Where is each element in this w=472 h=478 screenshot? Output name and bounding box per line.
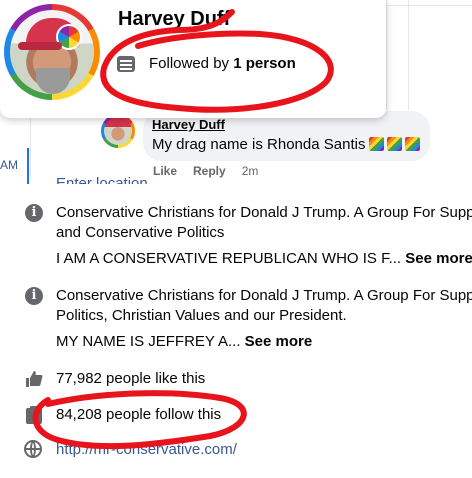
comment-text: My drag name is Rhonda Santis — [152, 136, 421, 153]
profile-hover-card: Harvey Duff Followed by 1 person — [0, 0, 386, 118]
comment-timestamp[interactable]: 2m — [242, 164, 259, 178]
rainbow-icon — [387, 137, 403, 151]
profile-name[interactable]: Harvey Duff — [118, 8, 230, 31]
divider — [386, 5, 472, 6]
see-more-link[interactable]: See more — [405, 250, 472, 267]
about-line: and Conservative Politics — [56, 224, 225, 241]
about-description: MY NAME IS JEFFREY A... See more — [56, 332, 472, 352]
like-button[interactable]: Like — [153, 164, 177, 178]
about-category: Conservative Christians for Donald J Tru… — [56, 286, 472, 326]
globe-icon — [24, 440, 42, 458]
beard — [36, 68, 70, 94]
about-line: Conservative Christians for Donald J Tru… — [56, 287, 472, 304]
website-link[interactable]: http://mr-conservative.com/ — [56, 441, 237, 458]
about-description: I AM A CONSERVATIVE REPUBLICAN WHO IS F.… — [56, 249, 472, 269]
likes-count: 77,982 people like this — [56, 370, 206, 387]
about-desc-text: I AM A CONSERVATIVE REPUBLICAN WHO IS F.… — [56, 250, 402, 267]
see-more-link[interactable]: See more — [245, 333, 313, 350]
profile-card-icon — [117, 55, 135, 72]
comment-avatar-photo — [104, 117, 132, 145]
followed-by-row: Followed by 1 person — [117, 55, 296, 72]
followed-prefix: Followed by — [149, 55, 234, 72]
rainbow-icon — [405, 137, 421, 151]
profile-avatar[interactable] — [4, 4, 100, 100]
comment-body: My drag name is Rhonda Santis — [152, 136, 366, 153]
info-icon: i — [25, 204, 43, 222]
comment-avatar[interactable] — [101, 114, 135, 148]
active-indicator — [27, 148, 29, 184]
comment-actions: Like Reply 2m — [153, 164, 258, 178]
rainbow-icon — [369, 137, 385, 151]
about-line: Politics, Christian Values and our Presi… — [56, 307, 347, 324]
comment-author[interactable]: Harvey Duff — [152, 117, 225, 132]
divider — [30, 118, 31, 178]
thumbs-up-icon — [24, 369, 44, 389]
time-fragment: AM — [0, 158, 18, 172]
about-desc-text: MY NAME IS JEFFREY A... — [56, 333, 241, 350]
divider — [408, 0, 409, 110]
follow-icon — [26, 406, 42, 424]
about-line: Conservative Christians for Donald J Tru… — [56, 204, 472, 221]
followed-count-link[interactable]: 1 person — [233, 55, 296, 72]
hat-bill — [18, 42, 62, 50]
reply-button[interactable]: Reply — [193, 164, 226, 178]
about-category: Conservative Christians for Donald J Tru… — [56, 203, 472, 243]
followed-by-text: Followed by 1 person — [149, 55, 296, 72]
follows-count: 84,208 people follow this — [56, 406, 222, 423]
rainbow-emojis — [369, 137, 421, 151]
avatar-photo — [10, 10, 94, 94]
divider — [386, 0, 387, 110]
location-link[interactable]: Enter location — [56, 172, 148, 184]
info-icon: i — [25, 287, 43, 305]
